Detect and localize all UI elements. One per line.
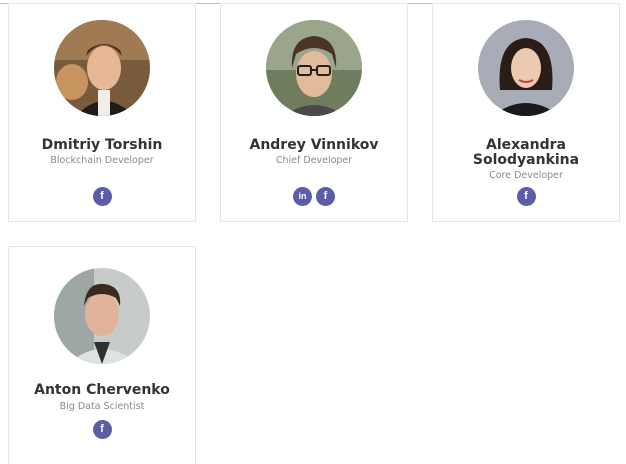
member-name: Andrey Vinnikov [249, 137, 379, 153]
linkedin-icon[interactable]: in [293, 187, 312, 206]
avatar [478, 20, 574, 116]
facebook-icon[interactable]: f [316, 187, 335, 206]
social-links: in f [221, 187, 407, 206]
avatar [54, 20, 150, 116]
team-card: Andrey Vinnikov Chief Developer in f [220, 3, 408, 222]
facebook-icon[interactable]: f [92, 187, 112, 206]
team-card: Anton Chervenko Big Data Scientist f [8, 246, 196, 464]
facebook-icon[interactable]: f [516, 187, 536, 206]
member-role: Big Data Scientist [59, 401, 145, 412]
avatar [266, 20, 362, 116]
social-links: f [9, 187, 195, 206]
avatar [54, 268, 150, 364]
social-links: f [9, 420, 195, 439]
social-links: f [433, 187, 619, 206]
team-card: Dmitriy Torshin Blockchain Developer f [8, 3, 196, 222]
member-name: Dmitriy Torshin [41, 137, 163, 153]
member-role: Blockchain Developer [50, 155, 154, 166]
member-role: Chief Developer [275, 155, 353, 166]
member-name: Anton Chervenko [34, 382, 170, 398]
facebook-icon[interactable]: f [92, 420, 112, 439]
member-name: Alexandra Solodyankina [472, 137, 580, 168]
team-card: Alexandra Solodyankina Core Developer f [432, 3, 620, 222]
member-role: Core Developer [489, 170, 563, 181]
